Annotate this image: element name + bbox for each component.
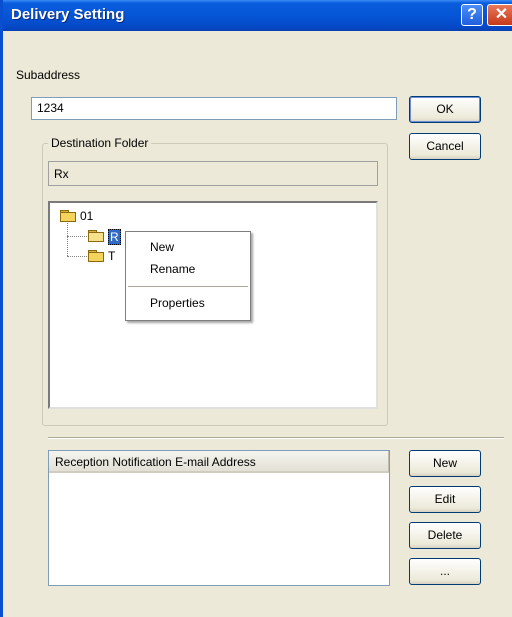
- destination-folder-label: Destination Folder: [48, 136, 152, 150]
- folder-icon: [88, 250, 104, 262]
- help-button[interactable]: ?: [461, 4, 483, 26]
- folder-icon: [60, 210, 76, 222]
- edit-email-button[interactable]: Edit: [409, 486, 481, 513]
- menu-item-properties[interactable]: Properties: [150, 296, 205, 310]
- tree-line: [67, 236, 87, 237]
- close-icon: ✕: [494, 6, 509, 23]
- new-email-button[interactable]: New: [409, 450, 481, 477]
- tree-item-01[interactable]: 01: [80, 209, 93, 223]
- tree-item-tx[interactable]: T: [108, 249, 115, 263]
- menu-item-new[interactable]: New: [150, 240, 174, 254]
- context-menu: New Rename Properties: [125, 231, 251, 321]
- tree-line: [67, 223, 68, 256]
- destination-path-field: Rx: [48, 161, 378, 186]
- tree-line: [67, 256, 87, 257]
- menu-separator: [128, 286, 248, 287]
- menu-item-rename[interactable]: Rename: [150, 262, 195, 276]
- more-button[interactable]: ...: [409, 558, 481, 585]
- open-folder-icon: [88, 230, 104, 242]
- cancel-button[interactable]: Cancel: [409, 133, 481, 160]
- tree-item-rx[interactable]: R: [108, 229, 121, 245]
- title-bar[interactable]: Delivery Setting ? ✕: [3, 0, 512, 31]
- question-icon: ?: [467, 6, 477, 23]
- ok-button[interactable]: OK: [409, 96, 481, 123]
- email-column-header[interactable]: Reception Notification E-mail Address: [49, 451, 389, 473]
- delivery-setting-dialog: Delivery Setting ? ✕ Subaddress 1234 OK …: [0, 0, 512, 617]
- delete-email-button[interactable]: Delete: [409, 522, 481, 549]
- close-button[interactable]: ✕: [487, 4, 512, 26]
- subaddress-label: Subaddress: [16, 68, 81, 82]
- email-column-header-label: Reception Notification E-mail Address: [55, 455, 256, 469]
- window-title: Delivery Setting: [11, 6, 125, 23]
- email-address-list[interactable]: Reception Notification E-mail Address: [48, 450, 390, 586]
- subaddress-input[interactable]: 1234: [31, 97, 397, 120]
- section-divider: [48, 437, 504, 439]
